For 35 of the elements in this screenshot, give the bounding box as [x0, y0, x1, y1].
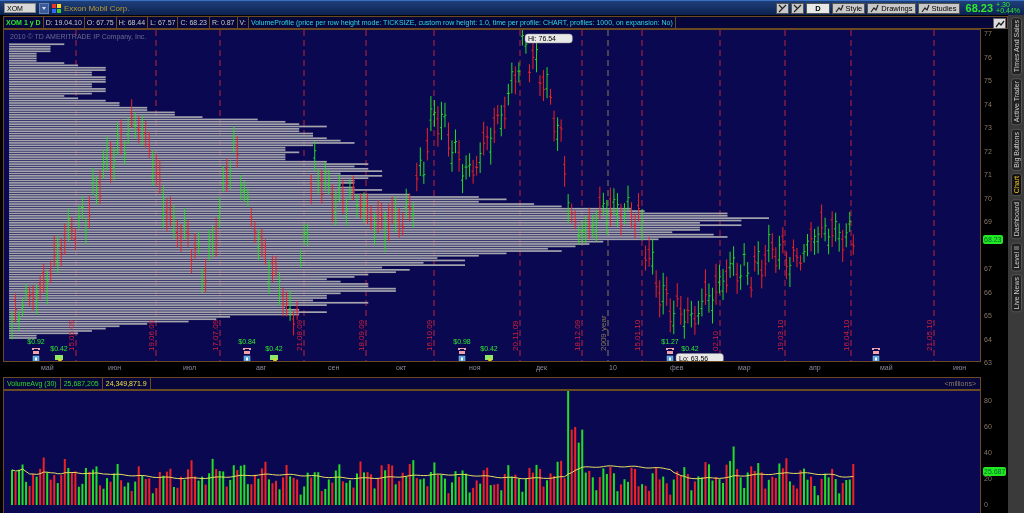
money-icon: [55, 355, 63, 361]
date-label: 02.10: [711, 330, 720, 351]
logo-icon: [52, 3, 61, 13]
date-label: 16.10.09: [425, 319, 434, 351]
dropdown-button[interactable]: [39, 2, 49, 14]
company-name: Exxon Mobil Corp.: [64, 3, 130, 13]
document-icon: [872, 355, 880, 361]
date-label: 21.05.10: [925, 319, 934, 351]
money-icon: [485, 355, 493, 361]
last-price: 68.23: [965, 2, 994, 14]
document-icon: [32, 355, 40, 361]
line-chart-icon: [834, 3, 844, 13]
date-label: 19.03.10: [776, 319, 785, 351]
date-label: 21.08.09: [295, 319, 304, 351]
document-icon: [458, 355, 466, 361]
document-icon: [243, 355, 251, 361]
document-icon: [666, 355, 674, 361]
date-label: 15.01.10: [633, 319, 642, 351]
date-label: 15.05.09: [67, 319, 76, 351]
date-label: 20.11.09: [511, 320, 520, 351]
date-label: 2009 year: [599, 315, 608, 351]
date-label: 17.07.09: [211, 319, 220, 351]
phone-icon: [666, 348, 674, 354]
line-chart-icon: [870, 3, 880, 13]
date-label: 16.04.10: [842, 319, 851, 351]
settings-button[interactable]: [993, 18, 1006, 29]
phone-icon: [458, 348, 466, 354]
phone-icon: [872, 348, 880, 354]
phone-icon: [243, 348, 251, 354]
date-label: 18.12.09: [573, 319, 582, 351]
phone-icon: [32, 348, 40, 354]
date-label: 19.06.09: [147, 319, 156, 351]
date-label: 18.09.09: [357, 319, 366, 351]
line-chart-icon: [920, 3, 930, 13]
money-icon: [270, 355, 278, 361]
